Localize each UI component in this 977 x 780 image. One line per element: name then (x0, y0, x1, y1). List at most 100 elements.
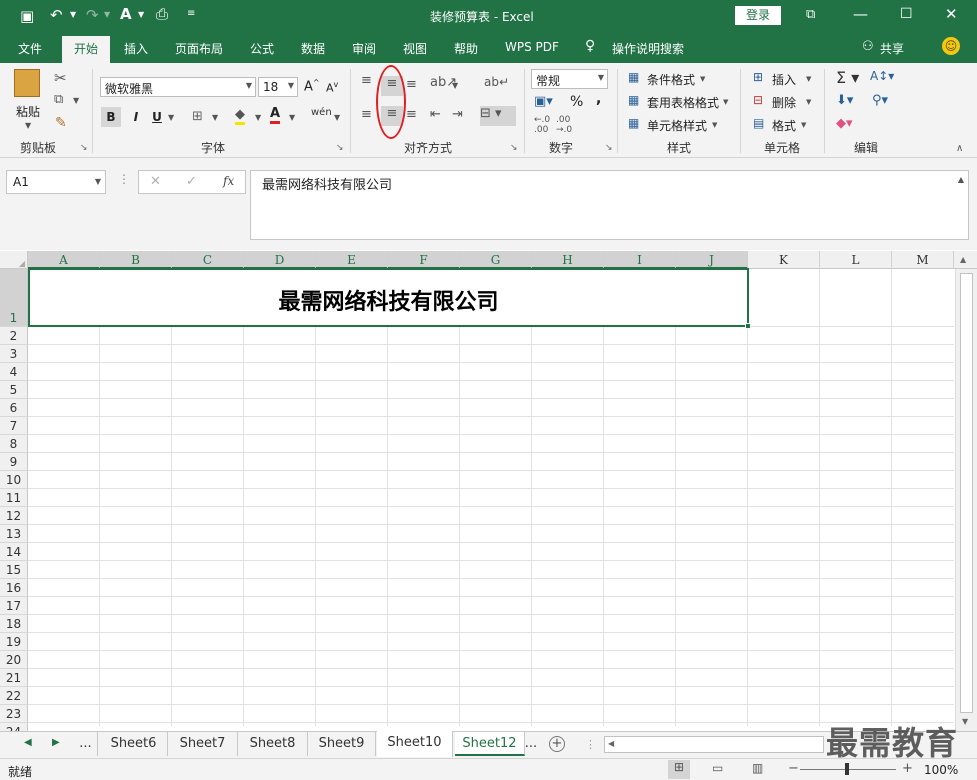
format-cells-button[interactable]: 格式 (772, 117, 796, 134)
fill-icon[interactable]: ⬇▾ (836, 93, 853, 108)
column-header[interactable]: I (604, 251, 676, 269)
tab-wps-pdf[interactable]: WPS PDF (505, 40, 559, 54)
row-header[interactable]: 10 (0, 471, 28, 489)
tabs-more-right[interactable]: ... (520, 732, 542, 756)
row-header[interactable]: 16 (0, 579, 28, 597)
column-header[interactable]: K (748, 251, 820, 269)
copy-dropdown-icon[interactable]: ▼ (73, 96, 79, 105)
row-header[interactable]: 7 (0, 417, 28, 435)
accounting-format-icon[interactable]: ▣▾ (534, 94, 553, 109)
align-bottom-icon[interactable]: ≡ (406, 77, 417, 92)
copy-icon[interactable]: ⧉ (54, 92, 63, 107)
underline-button[interactable]: U (150, 107, 164, 127)
bold-button[interactable]: B (101, 107, 121, 127)
normal-view-icon[interactable]: ⊞ (668, 760, 690, 779)
column-header[interactable]: C (172, 251, 244, 269)
ribbon-display-icon[interactable]: ⧉ (806, 7, 815, 22)
column-header[interactable]: A (28, 251, 100, 269)
comma-button[interactable]: , (596, 91, 601, 107)
scroll-down-icon[interactable]: ▼ (962, 717, 968, 726)
tell-me-search[interactable]: 操作说明搜索 (612, 40, 684, 57)
row-header[interactable]: 11 (0, 489, 28, 507)
row-header[interactable]: 2 (0, 327, 28, 345)
sheet-tab[interactable]: Sheet6 (100, 732, 168, 756)
increase-indent-icon[interactable]: ⇥ (452, 107, 463, 122)
paste-button[interactable]: 粘贴 (16, 103, 40, 120)
add-sheet-icon[interactable]: + (549, 736, 565, 752)
format-painter-quick-icon[interactable]: A (120, 5, 132, 23)
fill-color-dropdown-icon[interactable]: ▼ (255, 113, 261, 122)
increase-decimal-icon[interactable]: ←.0.00 (534, 115, 550, 135)
align-left-icon[interactable]: ≡ (361, 107, 372, 122)
sheet-tab[interactable]: Sheet7 (168, 732, 238, 756)
page-break-view-icon[interactable]: ▥ (752, 761, 763, 775)
close-icon[interactable]: ✕ (945, 5, 958, 23)
splitter-dots-icon[interactable]: ⋮ (585, 738, 596, 751)
tab-insert[interactable]: 插入 (124, 40, 148, 57)
italic-button[interactable]: I (128, 107, 144, 127)
font-color-dropdown-icon[interactable]: ▼ (289, 113, 295, 122)
sheet-tab[interactable]: Sheet8 (238, 732, 308, 756)
clipboard-launcher-icon[interactable]: ↘ (80, 143, 88, 153)
merge-center-icon[interactable]: ⊟ ▾ (480, 106, 516, 126)
minimize-icon[interactable]: — (853, 5, 868, 23)
tab-review[interactable]: 审阅 (352, 40, 376, 57)
column-header[interactable]: D (244, 251, 316, 269)
row-header[interactable]: 4 (0, 363, 28, 381)
font-size-select[interactable]: 18 ▼ (258, 77, 298, 97)
select-all-corner[interactable]: ◢ (0, 251, 28, 269)
phonetic-dropdown-icon[interactable]: ▼ (334, 113, 340, 122)
zoom-out-button[interactable]: − (788, 761, 799, 776)
column-header[interactable]: F (388, 251, 460, 269)
smiley-icon[interactable]: ☺ (942, 37, 960, 55)
formula-input[interactable]: 最需网络科技有限公司 ▲ (250, 170, 969, 240)
tabs-more-left[interactable]: ... (74, 732, 98, 756)
find-select-icon[interactable]: ⚲▾ (872, 93, 888, 108)
insert-function-button[interactable]: fx (223, 174, 234, 188)
column-header[interactable]: L (820, 251, 892, 269)
align-right-icon[interactable]: ≡ (406, 107, 417, 122)
column-header[interactable]: B (100, 251, 172, 269)
row-header[interactable]: 1 (0, 269, 28, 327)
print-preview-icon[interactable]: ⎙ (156, 5, 168, 23)
increase-font-icon[interactable]: A^ (304, 78, 320, 94)
decrease-indent-icon[interactable]: ⇤ (430, 107, 441, 122)
scrollbar-thumb[interactable] (960, 273, 973, 713)
tab-page-layout[interactable]: 页面布局 (175, 40, 223, 57)
font-launcher-icon[interactable]: ↘ (336, 143, 344, 153)
tab-data[interactable]: 数据 (301, 40, 325, 57)
underline-dropdown-icon[interactable]: ▼ (168, 113, 174, 122)
sheet-tab[interactable]: Sheet12 (455, 732, 525, 756)
tab-formulas[interactable]: 公式 (250, 40, 274, 57)
horizontal-scrollbar[interactable]: ◀ (604, 736, 824, 753)
insert-cells-button[interactable]: 插入 (772, 71, 796, 88)
clear-icon[interactable]: ◆▾ (836, 116, 853, 131)
customize-qat-icon[interactable]: ≡ (187, 8, 195, 19)
decrease-decimal-icon[interactable]: .00 →.0 (556, 115, 572, 135)
row-header[interactable]: 3 (0, 345, 28, 363)
zoom-slider[interactable] (800, 763, 896, 775)
enter-icon[interactable]: ✓ (186, 174, 197, 189)
align-top-icon[interactable]: ≡ (361, 73, 372, 88)
qat-dropdown-icon[interactable]: ▼ (138, 10, 144, 19)
redo-icon[interactable]: ↷ (86, 6, 99, 24)
tab-scroll-right-icon[interactable]: ▶ (52, 737, 60, 748)
login-button[interactable]: 登录 (735, 6, 781, 25)
vertical-scrollbar[interactable]: ▼ (955, 269, 977, 731)
tab-file[interactable]: 文件 (18, 40, 42, 57)
row-header[interactable]: 12 (0, 507, 28, 525)
row-header[interactable]: 13 (0, 525, 28, 543)
paste-dropdown-icon[interactable]: ▼ (25, 121, 31, 130)
sheet-tab[interactable]: Sheet9 (308, 732, 376, 756)
sheet-tab-active[interactable]: Sheet10 (377, 731, 453, 757)
tab-view[interactable]: 视图 (403, 40, 427, 57)
row-header[interactable]: 15 (0, 561, 28, 579)
delete-cells-button[interactable]: 删除 (772, 94, 796, 111)
decrease-font-icon[interactable]: Av (326, 80, 338, 95)
row-header[interactable]: 19 (0, 633, 28, 651)
phonetic-icon[interactable]: wén (311, 107, 332, 118)
row-header[interactable]: 23 (0, 705, 28, 723)
font-name-select[interactable]: 微软雅黑 ▼ (100, 77, 256, 97)
row-header[interactable]: 20 (0, 651, 28, 669)
border-icon[interactable]: ⊞ (192, 109, 203, 124)
